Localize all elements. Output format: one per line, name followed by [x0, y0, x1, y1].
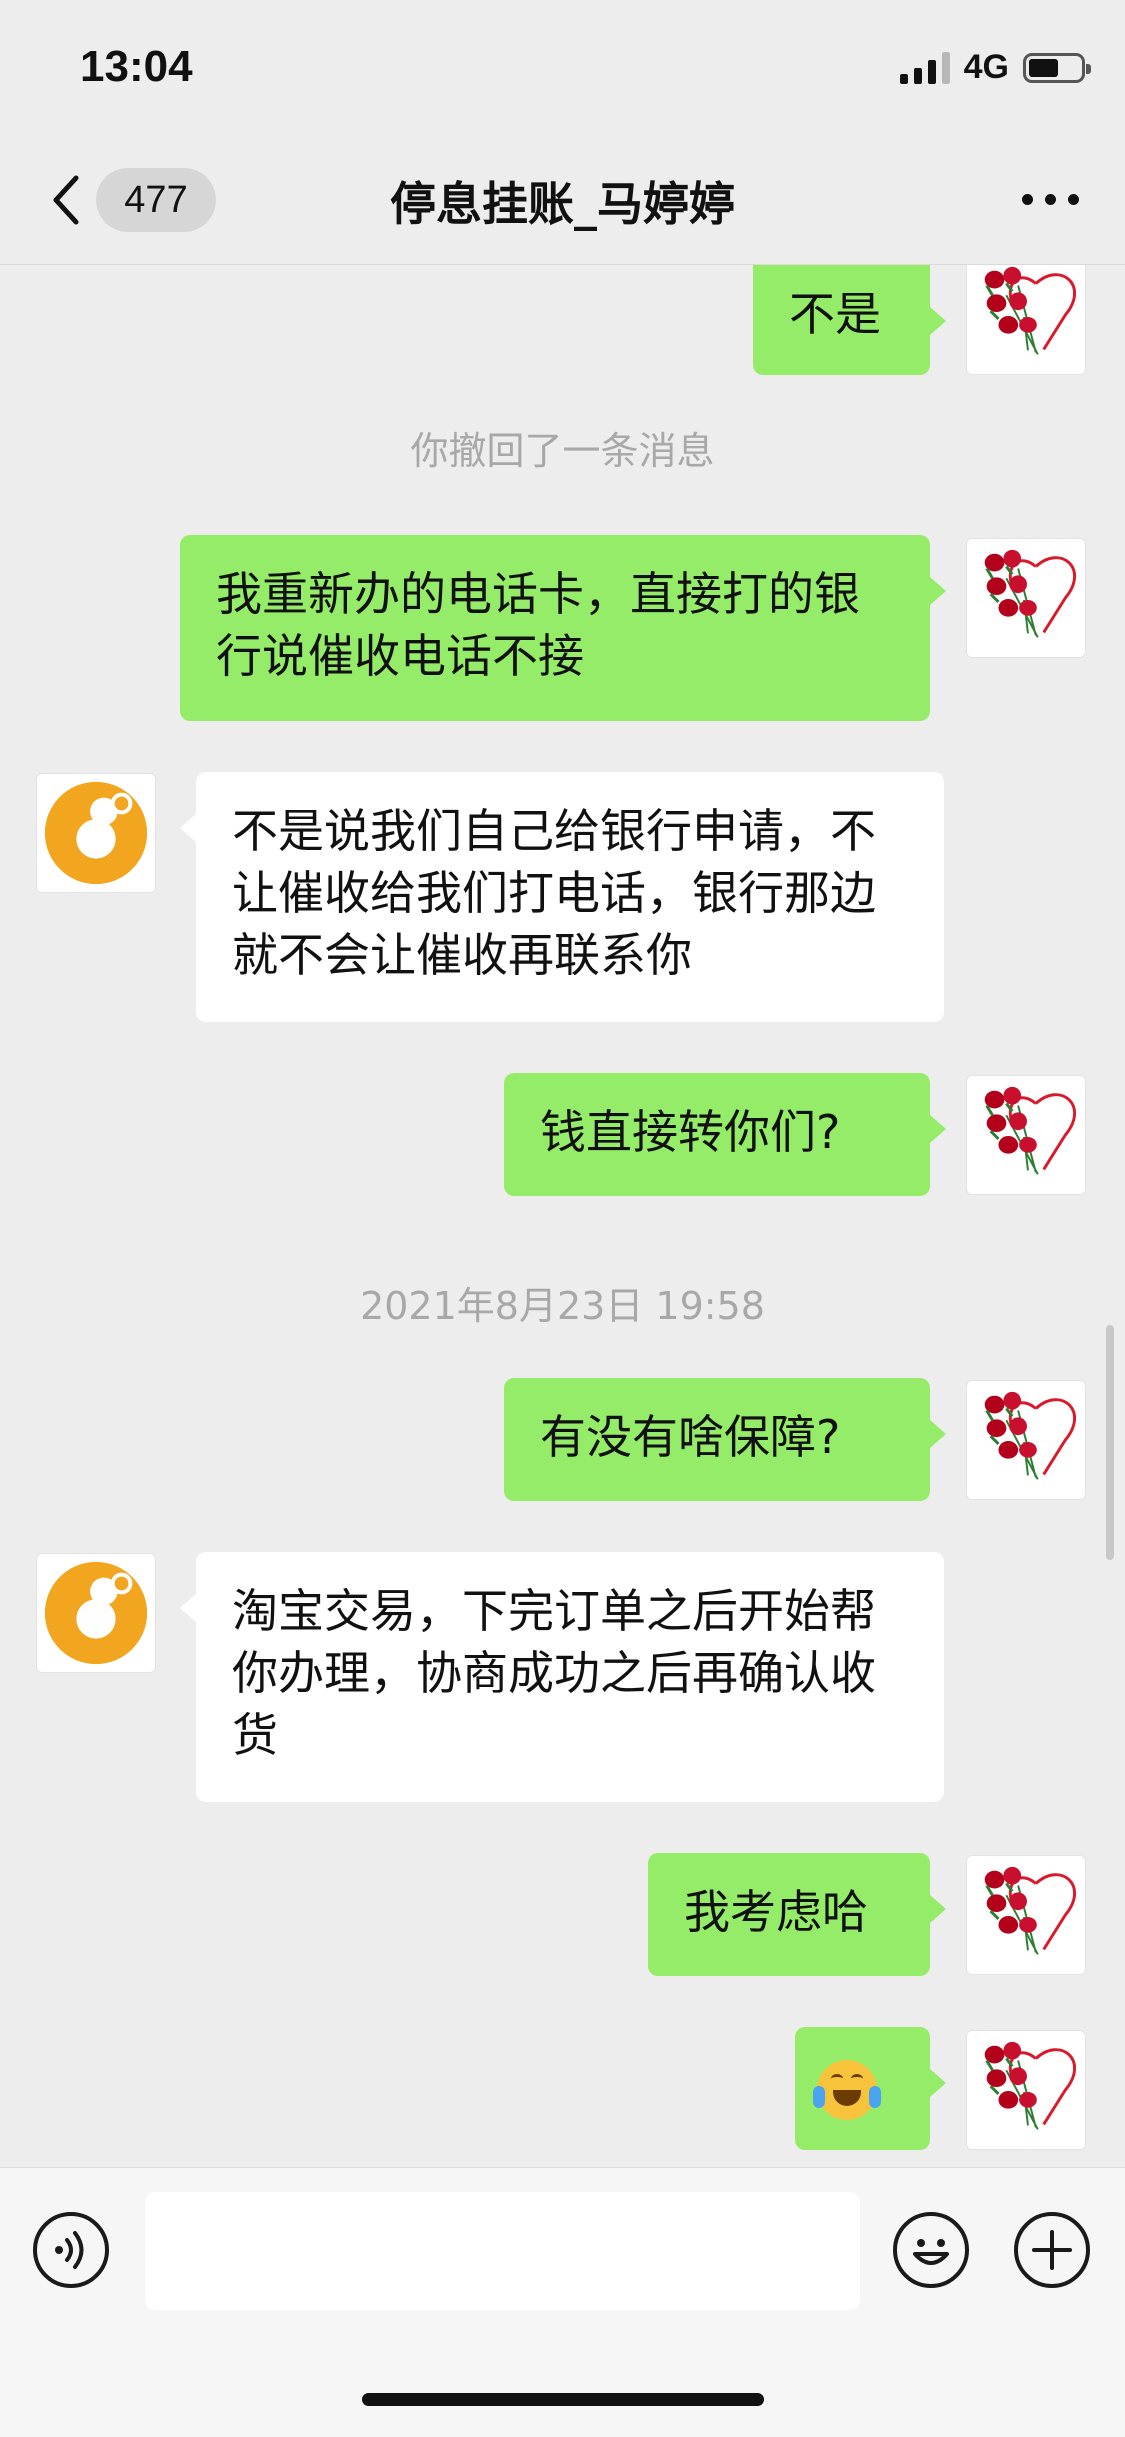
home-indicator[interactable]: [362, 2393, 764, 2406]
message-list[interactable]: 不是 你撤回了一条消息 我重新办的电话卡，直接打的银行说催收电话不接 不是说我们…: [0, 265, 1125, 2167]
scroll-indicator[interactable]: [1106, 1325, 1114, 1560]
message-text: 钱直接转你们?: [540, 1105, 841, 1159]
message-text: 我考虑哈: [684, 1885, 868, 1939]
message-bubble-received[interactable]: 淘宝交易，下完订单之后开始帮你办理，协商成功之后再确认收货: [180, 1552, 944, 1802]
timestamp-divider: 2021年8月23日 19:58: [360, 1284, 765, 1328]
message-text: 不是说我们自己给银行申请，不让催收给我们打电话，银行那边就不会让催收再联系你: [232, 804, 876, 982]
emoji-icon[interactable]: [893, 2212, 969, 2288]
my-avatar[interactable]: [966, 2030, 1086, 2150]
contact-avatar[interactable]: [36, 1553, 156, 1673]
status-indicators: 4G: [899, 48, 1091, 87]
system-notice: 你撤回了一条消息: [410, 429, 715, 473]
battery-icon: [1023, 52, 1091, 83]
message-bubble-sent[interactable]: 😭: [795, 2027, 946, 2150]
message-bubble-sent[interactable]: 我重新办的电话卡，直接打的银行说催收电话不接: [180, 535, 946, 721]
chat-title: 停息挂账_马婷婷: [390, 177, 735, 231]
my-avatar[interactable]: [966, 1855, 1086, 1975]
status-bar: 13:04 4G: [0, 0, 1125, 130]
my-avatar[interactable]: [966, 265, 1086, 375]
message-input[interactable]: [145, 2192, 860, 2310]
message-bubble-sent[interactable]: 不是: [753, 265, 946, 375]
status-time: 13:04: [80, 42, 193, 91]
chat-header: 477 停息挂账_马婷婷: [0, 130, 1125, 265]
crying-laughing-emoji-icon: [813, 2059, 881, 2120]
my-avatar[interactable]: [966, 1380, 1086, 1500]
my-avatar[interactable]: [966, 538, 1086, 658]
my-avatar[interactable]: [966, 1075, 1086, 1195]
network-type: 4G: [963, 48, 1009, 86]
message-text: 不是: [789, 287, 881, 341]
plus-icon[interactable]: [1014, 2212, 1090, 2288]
message-text: 有没有啥保障?: [540, 1410, 841, 1464]
message-bubble-sent[interactable]: 钱直接转你们?: [504, 1073, 946, 1196]
message-text: 我重新办的电话卡，直接打的银行说催收电话不接: [216, 567, 860, 683]
signal-icon: [899, 51, 950, 84]
voice-icon[interactable]: [33, 2212, 109, 2288]
message-text: 淘宝交易，下完订单之后开始帮你办理，协商成功之后再确认收货: [232, 1584, 876, 1762]
contact-avatar[interactable]: [36, 773, 156, 893]
message-bubble-received[interactable]: 不是说我们自己给银行申请，不让催收给我们打电话，银行那边就不会让催收再联系你: [180, 772, 944, 1022]
message-bubble-sent[interactable]: 有没有啥保障?: [504, 1378, 946, 1501]
message-bubble-sent[interactable]: 我考虑哈: [648, 1853, 946, 1976]
more-dots-icon[interactable]: [1022, 194, 1079, 205]
